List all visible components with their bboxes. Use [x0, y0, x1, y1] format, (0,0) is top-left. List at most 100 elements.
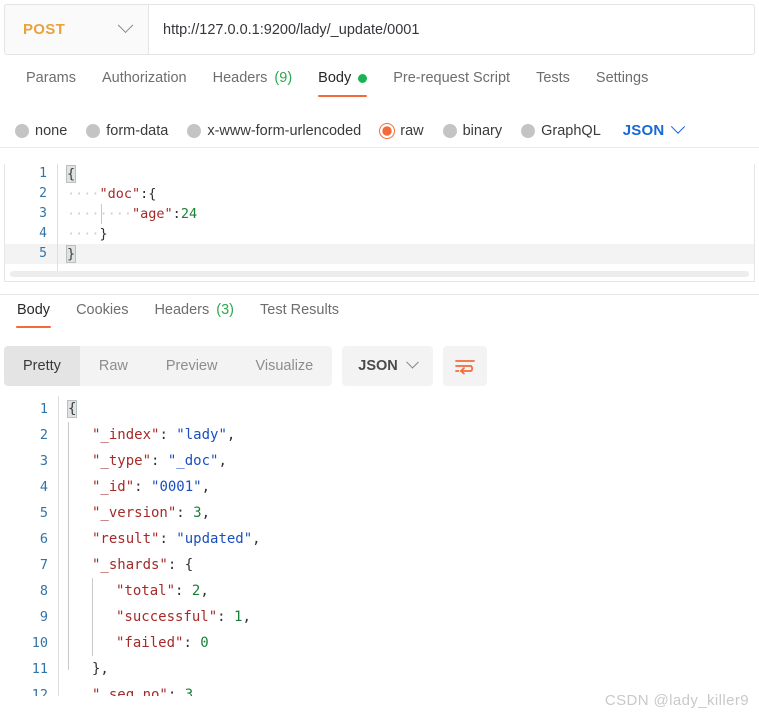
- tab-authorization[interactable]: Authorization: [89, 62, 200, 98]
- indent-guide: [101, 204, 102, 224]
- response-view-raw[interactable]: Raw: [80, 346, 147, 386]
- tab-tests-label: Tests: [536, 70, 570, 86]
- response-view-toolbar: Pretty Raw Preview Visualize JSON: [4, 344, 755, 388]
- code-token: :: [159, 531, 177, 547]
- body-type-raw-label: raw: [400, 122, 424, 139]
- code-line: 10 "failed": 0: [0, 630, 759, 656]
- response-format-dropdown[interactable]: JSON: [342, 346, 433, 386]
- code-line: 7 "_shards": {: [0, 552, 759, 578]
- response-tab-test-results[interactable]: Test Results: [247, 295, 352, 329]
- tab-body-label: Body: [318, 70, 352, 86]
- response-tab-cookies-label: Cookies: [76, 302, 129, 318]
- body-type-graphql[interactable]: GraphQL: [521, 123, 601, 139]
- code-token: "updated": [176, 531, 253, 547]
- response-tab-headers-count: (3): [216, 302, 234, 318]
- code-text: "_shards": {: [58, 552, 193, 578]
- body-format-dropdown[interactable]: JSON: [622, 119, 686, 139]
- tab-params[interactable]: Params: [13, 62, 89, 98]
- line-number: 2: [39, 427, 48, 443]
- tab-headers[interactable]: Headers (9): [200, 62, 306, 98]
- code-line: 3 ········"age":24: [5, 204, 754, 224]
- body-format-label: JSON: [622, 122, 665, 139]
- code-token: ,: [226, 427, 236, 443]
- radio-icon: [521, 123, 536, 138]
- line-number: 3: [39, 453, 48, 469]
- tab-body[interactable]: Body: [305, 62, 380, 98]
- request-body-horizontal-scrollbar[interactable]: [10, 271, 749, 277]
- code-line: 3 "_type": "_doc",: [0, 448, 759, 474]
- radio-icon: [187, 123, 202, 138]
- response-view-preview-label: Preview: [165, 358, 218, 374]
- code-text: {: [58, 396, 78, 422]
- tab-settings[interactable]: Settings: [583, 62, 661, 98]
- http-method-dropdown[interactable]: POST: [5, 5, 149, 54]
- code-text: "_seq_no": 3,: [58, 682, 202, 696]
- line-number: 10: [31, 635, 48, 651]
- code-text: },: [58, 656, 109, 682]
- response-body-editor[interactable]: 1{2 "_index": "lady", 3 "_type": "_doc", 4 "_…: [0, 396, 759, 696]
- code-text: "total": 2,: [58, 578, 209, 604]
- response-view-pretty[interactable]: Pretty: [4, 346, 80, 386]
- chevron-down-icon: [671, 119, 686, 134]
- body-type-x-www-form-urlencoded[interactable]: x-www-form-urlencoded: [187, 123, 361, 139]
- radio-icon: [86, 123, 101, 138]
- response-view-visualize[interactable]: Visualize: [236, 346, 332, 386]
- response-view-pretty-label: Pretty: [23, 358, 61, 374]
- code-token: "0001": [151, 479, 202, 495]
- response-tab-body-label: Body: [17, 302, 51, 318]
- code-token: "_id": [92, 479, 135, 495]
- body-type-selector: none form-data x-www-form-urlencoded raw…: [0, 114, 759, 148]
- request-tab-bar: Params Authorization Headers (9) Body Pr…: [0, 62, 759, 108]
- code-text: "_id": "0001",: [58, 474, 210, 500]
- response-view-preview[interactable]: Preview: [147, 346, 237, 386]
- body-type-form-data[interactable]: form-data: [86, 123, 168, 139]
- code-token: ,: [252, 531, 261, 547]
- chevron-down-icon: [405, 355, 419, 369]
- word-wrap-toggle-button[interactable]: [442, 346, 487, 386]
- code-line: 1{: [5, 164, 754, 184]
- request-body-editor[interactable]: 1{2 ····"doc":{3 ········"age":24 4 ····} 5}: [4, 164, 755, 282]
- response-tab-body[interactable]: Body: [4, 295, 63, 329]
- code-token: "result": [92, 531, 160, 547]
- response-tab-headers[interactable]: Headers (3): [141, 295, 247, 329]
- code-token: {: [66, 400, 78, 418]
- body-type-none[interactable]: none: [15, 123, 67, 139]
- code-line: 8 "total": 2,: [0, 578, 759, 604]
- body-type-raw[interactable]: raw: [380, 122, 424, 139]
- response-tab-cookies[interactable]: Cookies: [63, 295, 141, 329]
- indent-guide: [68, 422, 69, 670]
- line-number: 4: [39, 226, 47, 241]
- radio-selected-icon: [380, 123, 395, 138]
- tab-pre-request-script[interactable]: Pre-request Script: [380, 62, 523, 98]
- code-token: 24: [180, 206, 198, 222]
- body-type-binary[interactable]: binary: [442, 123, 502, 139]
- code-token: :: [172, 206, 181, 222]
- tab-headers-label: Headers: [212, 70, 268, 86]
- response-view-visualize-label: Visualize: [255, 358, 314, 374]
- code-token: "age": [132, 206, 173, 222]
- request-url-input[interactable]: [149, 5, 754, 54]
- tab-pre-request-script-label: Pre-request Script: [393, 70, 511, 86]
- code-token: "_type": [92, 453, 152, 469]
- radio-icon: [15, 123, 29, 138]
- line-number: 8: [39, 583, 48, 599]
- response-body-lines: 1{2 "_index": "lady", 3 "_type": "_doc", 4 "_…: [0, 396, 759, 696]
- code-token: ,: [242, 609, 251, 625]
- code-token: 0: [200, 635, 209, 651]
- code-line: 2 ····"doc":{: [5, 184, 754, 204]
- line-number: 4: [39, 479, 48, 495]
- green-status-dot-icon: [358, 73, 368, 83]
- code-token: "lady": [176, 427, 227, 443]
- body-type-graphql-label: GraphQL: [541, 122, 601, 139]
- word-wrap-icon: [454, 360, 475, 375]
- code-token: ,: [201, 505, 211, 521]
- request-url-bar: POST: [4, 4, 755, 55]
- code-text: "failed": 0: [58, 630, 209, 656]
- tab-tests[interactable]: Tests: [523, 62, 583, 98]
- code-token: 3: [193, 505, 202, 521]
- code-token: }: [65, 245, 77, 263]
- code-line: 4 ····}: [5, 224, 754, 244]
- http-method-label: POST: [23, 21, 66, 38]
- line-number: 6: [39, 531, 48, 547]
- radio-icon: [442, 123, 457, 138]
